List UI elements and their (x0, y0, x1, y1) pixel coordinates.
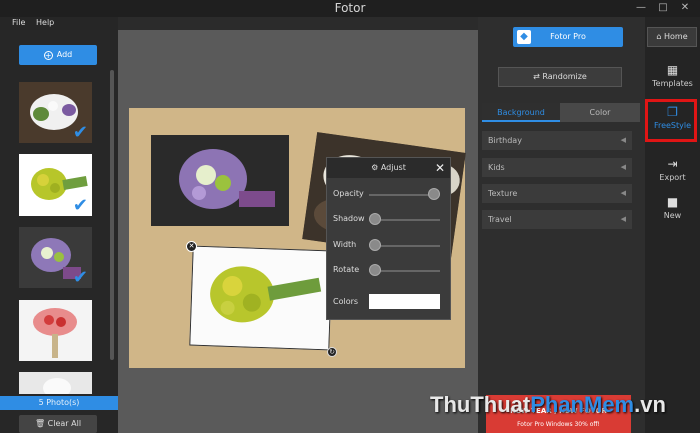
home-label: Home (664, 32, 688, 41)
adjust-title: Adjust (380, 163, 406, 172)
photo-thumbnail[interactable] (19, 372, 92, 394)
freestyle-highlight (645, 99, 697, 142)
caret-left-icon: ◀ (620, 189, 626, 197)
check-icon: ✔ (72, 267, 88, 288)
promo-subline: Fotor Pro Windows 30% off! (517, 421, 600, 428)
right-toolbar: ⌂ Home ▦ Templates ❐ FreeStyle ⇥ Export … (645, 17, 700, 433)
export-label: Export (659, 173, 686, 182)
close-icon[interactable]: ✕ (678, 2, 692, 14)
clear-all-button[interactable]: 🗑 Clear All (19, 415, 97, 433)
templates-icon: ▦ (666, 63, 679, 77)
watermark-part1: ThuThuat (430, 392, 531, 417)
randomize-label: Randomize (542, 72, 587, 81)
title-bar: Fotor — □ ✕ (0, 0, 700, 17)
category-birthday[interactable]: Birthday ◀ (482, 131, 632, 150)
category-travel[interactable]: Travel ◀ (482, 210, 632, 229)
fotor-pro-button[interactable]: ◆ Fotor Pro (513, 27, 623, 47)
maximize-icon[interactable]: □ (656, 2, 670, 14)
adjust-header: ⚙ Adjust ✕ (327, 158, 450, 178)
check-icon: ✔ (72, 122, 88, 143)
category-label: Texture (488, 189, 518, 198)
menu-help[interactable]: Help (36, 18, 54, 27)
shadow-slider-knob[interactable] (369, 213, 381, 225)
photo-thumbnail[interactable]: ✔ (19, 82, 92, 143)
site-watermark: ThuThuatPhanMem.vn (430, 392, 666, 418)
colors-label: Colors (333, 297, 359, 306)
fotor-pro-label: Fotor Pro (550, 32, 586, 41)
new-icon: ■ (666, 195, 679, 209)
watermark-part2: PhanMem (530, 392, 635, 417)
add-label: Add (56, 50, 73, 59)
opacity-slider-knob[interactable] (428, 188, 440, 200)
trash-icon: 🗑 (34, 419, 46, 428)
caret-left-icon: ◀ (620, 163, 626, 171)
templates-label: Templates (652, 79, 693, 88)
bouquet-thumbnail-image (19, 372, 92, 394)
tab-background[interactable]: Background (482, 103, 560, 122)
add-button[interactable]: + Add (19, 45, 97, 65)
photo-thumbnail[interactable]: ✔ (19, 227, 92, 288)
category-label: Kids (488, 163, 505, 172)
photo-count: 5 Photo(s) (0, 396, 118, 410)
bouquet-photo-image (190, 246, 332, 350)
new-label: New (663, 211, 682, 220)
category-label: Birthday (488, 136, 522, 145)
background-panel: ◆ Fotor Pro ⇄ Randomize Background Color… (478, 17, 645, 433)
clear-all-label: Clear All (47, 419, 82, 428)
minimize-icon[interactable]: — (634, 2, 648, 14)
selected-collage-photo[interactable] (189, 245, 333, 351)
border-color-swatch[interactable] (369, 294, 440, 309)
watermark-part3: .vn (634, 392, 666, 417)
bouquet-thumbnail-image (19, 300, 92, 361)
randomize-button[interactable]: ⇄ Randomize (498, 67, 622, 87)
caret-left-icon: ◀ (620, 215, 626, 223)
width-label: Width (333, 240, 357, 249)
shuffle-icon: ⇄ (533, 72, 540, 81)
opacity-label: Opacity (333, 189, 364, 198)
category-kids[interactable]: Kids ◀ (482, 158, 632, 177)
templates-button[interactable]: ▦ Templates (645, 63, 700, 88)
plus-icon: + (43, 51, 53, 60)
settings-icon: ⚙ (371, 163, 379, 172)
diamond-icon: ◆ (517, 30, 531, 44)
rotate-slider-knob[interactable] (369, 264, 381, 276)
caret-left-icon: ◀ (620, 136, 626, 144)
bouquet-photo-image (151, 135, 289, 226)
collage-photo[interactable] (151, 135, 289, 226)
remove-photo-icon[interactable]: ✕ (186, 241, 197, 252)
export-button[interactable]: ⇥ Export (645, 157, 700, 182)
width-slider-knob[interactable] (369, 239, 381, 251)
photo-list-scrollbar[interactable] (110, 70, 114, 360)
photo-thumbnail[interactable] (19, 300, 92, 361)
new-button[interactable]: ■ New (645, 195, 700, 220)
category-label: Travel (488, 215, 512, 224)
photo-list-panel: + Add ✔ ✔ ✔ 5 Photo(s) 🗑 Clear All (0, 30, 118, 433)
home-icon: ⌂ (656, 32, 662, 41)
check-icon: ✔ (72, 195, 88, 216)
shadow-label: Shadow (333, 214, 365, 223)
tab-color[interactable]: Color (560, 103, 640, 122)
menu-file[interactable]: File (12, 18, 25, 27)
category-texture[interactable]: Texture ◀ (482, 184, 632, 203)
photo-thumbnail[interactable]: ✔ (19, 154, 92, 216)
export-icon: ⇥ (667, 157, 678, 171)
close-icon[interactable]: ✕ (435, 158, 445, 178)
rotate-handle-icon[interactable]: ↻ (327, 347, 337, 357)
menu-bar: File Help (0, 17, 118, 30)
adjust-panel: ⚙ Adjust ✕ Opacity Shadow Width Rotate C… (326, 157, 451, 320)
app-title: Fotor (334, 1, 366, 15)
rotate-label: Rotate (333, 265, 360, 274)
home-button[interactable]: ⌂ Home (647, 27, 697, 47)
